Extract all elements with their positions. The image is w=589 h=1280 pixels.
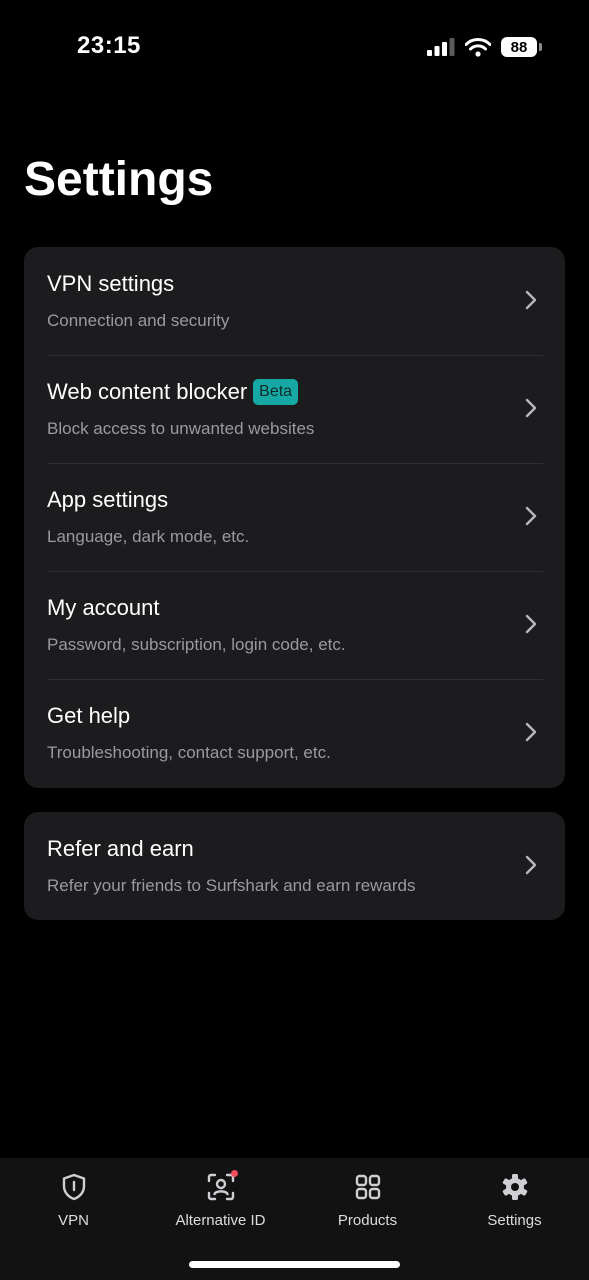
chevron-right-icon: [525, 290, 537, 310]
menu-item-subtitle: Troubleshooting, contact support, etc.: [47, 743, 331, 762]
menu-item-title: App settings: [47, 487, 168, 513]
menu-item-vpn-settings[interactable]: VPN settings Connection and security: [24, 247, 565, 355]
menu-item-title: Web content blocker Beta: [47, 379, 299, 405]
alternative-id-icon-wrap: [206, 1170, 238, 1202]
tab-label: Products: [337, 1212, 398, 1229]
menu-item-title-text: VPN settings: [47, 271, 175, 296]
tab-products[interactable]: Products: [294, 1158, 441, 1248]
battery-level: 88: [510, 38, 528, 56]
battery-icon: 88: [501, 37, 542, 57]
chevron-right-icon: [525, 722, 537, 742]
chevron-right-icon: [525, 506, 537, 526]
refer-card: Refer and earn Refer your friends to Sur…: [24, 812, 565, 920]
menu-item-title-text: Get help: [47, 703, 131, 728]
menu-item-title: VPN settings: [47, 271, 174, 297]
tab-settings[interactable]: Settings: [441, 1158, 588, 1248]
status-icons: 88: [427, 36, 542, 58]
grid-icon: [355, 1174, 380, 1200]
status-time: 23:15: [77, 32, 141, 59]
menu-item-title: My account: [47, 595, 160, 621]
menu-item-subtitle: Language, dark mode, etc.: [47, 527, 250, 546]
chevron-right-icon: [525, 398, 537, 418]
menu-item-title: Refer and earn: [47, 836, 194, 862]
menu-item-subtitle: Block access to unwanted websites: [47, 419, 315, 438]
page-title: Settings: [24, 153, 214, 206]
chevron-right-icon: [525, 855, 537, 875]
menu-item-title-text: Refer and earn: [47, 836, 194, 861]
menu-item-app-settings[interactable]: App settings Language, dark mode, etc.: [24, 463, 565, 571]
menu-item-title-text: My account: [47, 595, 160, 620]
gear-icon: [502, 1174, 527, 1200]
tab-vpn[interactable]: VPN: [0, 1158, 147, 1248]
menu-item-refer-and-earn[interactable]: Refer and earn Refer your friends to Sur…: [24, 812, 565, 920]
shield-icon: [62, 1173, 85, 1201]
menu-item-subtitle: Refer your friends to Surfshark and earn…: [47, 876, 416, 895]
menu-item-get-help[interactable]: Get help Troubleshooting, contact suppor…: [24, 679, 565, 787]
menu-item-subtitle: Connection and security: [47, 311, 230, 330]
chevron-right-icon: [525, 614, 537, 634]
menu-item-web-content-blocker[interactable]: Web content blocker Beta Block access to…: [24, 355, 565, 463]
menu-item-my-account[interactable]: My account Password, subscription, login…: [24, 571, 565, 679]
notification-dot: [230, 1170, 238, 1177]
menu-item-subtitle: Password, subscription, login code, etc.: [47, 635, 346, 654]
wifi-icon: [465, 37, 491, 57]
tab-alternative-id[interactable]: Alternative ID: [147, 1158, 294, 1248]
beta-badge: Beta: [253, 379, 299, 405]
settings-menu-card: VPN settings Connection and security Web…: [24, 247, 565, 788]
menu-item-title-text: Web content blocker: [47, 379, 248, 404]
tab-label: Settings: [487, 1212, 542, 1229]
alternative-id-icon: [207, 1173, 234, 1201]
home-indicator[interactable]: [189, 1261, 400, 1268]
tab-label: Alternative ID: [175, 1212, 266, 1229]
status-bar: 23:15 88: [0, 0, 589, 96]
menu-item-title-text: App settings: [47, 487, 169, 512]
tab-label: VPN: [58, 1212, 89, 1229]
menu-item-title: Get help: [47, 703, 130, 729]
signal-icon: [427, 38, 455, 56]
